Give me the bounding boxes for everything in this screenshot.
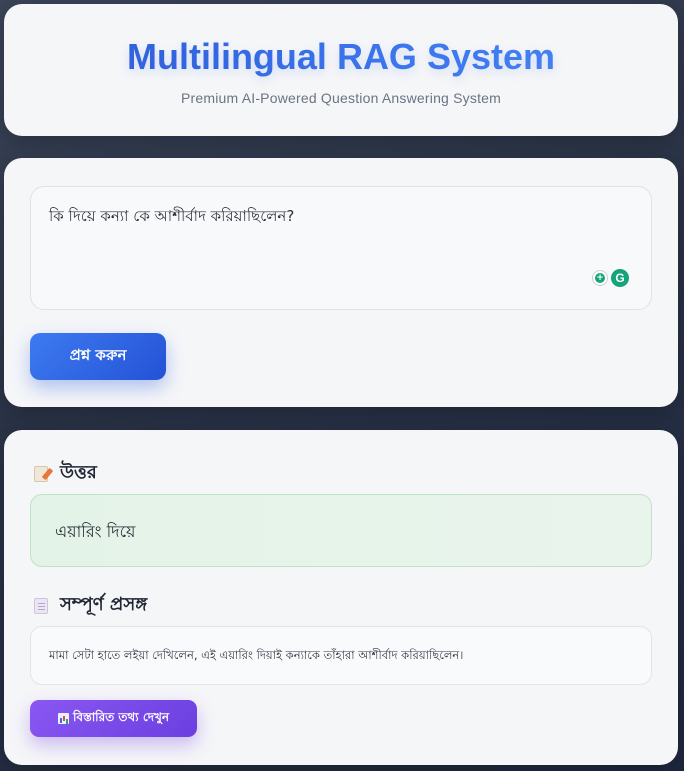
- answer-section-header: উত্তর: [34, 458, 97, 489]
- answer-text: এয়ারিং দিয়ে: [55, 522, 136, 541]
- document-icon: [34, 597, 48, 614]
- grammarly-logo-icon[interactable]: G: [611, 269, 629, 287]
- memo-pencil-icon: [34, 465, 48, 482]
- answer-heading: উত্তর: [60, 462, 97, 483]
- app-title: Multilingual RAG System: [4, 36, 678, 78]
- context-box: মামা সেটা হাতে লইয়া দেখিলেন, এই এয়ারিং…: [30, 626, 652, 685]
- extension-icons: + G: [592, 269, 629, 287]
- ask-question-button[interactable]: প্রশ্ন করুন: [30, 333, 166, 380]
- app-subtitle: Premium AI-Powered Question Answering Sy…: [180, 90, 502, 106]
- view-details-label: বিস্তারিত তথ্য দেখুন: [72, 709, 170, 724]
- grammarly-plus-icon[interactable]: +: [592, 270, 608, 286]
- question-input[interactable]: কি দিয়ে কন্যা কে আশীর্বাদ করিয়াছিলেন? …: [30, 186, 652, 310]
- question-input-value: কি দিয়ে কন্যা কে আশীর্বাদ করিয়াছিলেন?: [49, 207, 295, 225]
- context-section-header: সম্পূর্ণ প্রসঙ্গ: [34, 590, 147, 621]
- result-card: উত্তর এয়ারিং দিয়ে সম্পূর্ণ প্রসঙ্গ মাম…: [4, 430, 678, 765]
- answer-box: এয়ারিং দিয়ে: [30, 494, 652, 567]
- bar-chart-icon: [57, 713, 69, 724]
- view-details-button[interactable]: বিস্তারিত তথ্য দেখুন: [30, 700, 197, 737]
- query-card: কি দিয়ে কন্যা কে আশীর্বাদ করিয়াছিলেন? …: [4, 158, 678, 407]
- header-card: Multilingual RAG System Premium AI-Power…: [4, 4, 678, 136]
- context-heading: সম্পূর্ণ প্রসঙ্গ: [60, 594, 148, 615]
- context-text: মামা সেটা হাতে লইয়া দেখিলেন, এই এয়ারিং…: [49, 648, 464, 662]
